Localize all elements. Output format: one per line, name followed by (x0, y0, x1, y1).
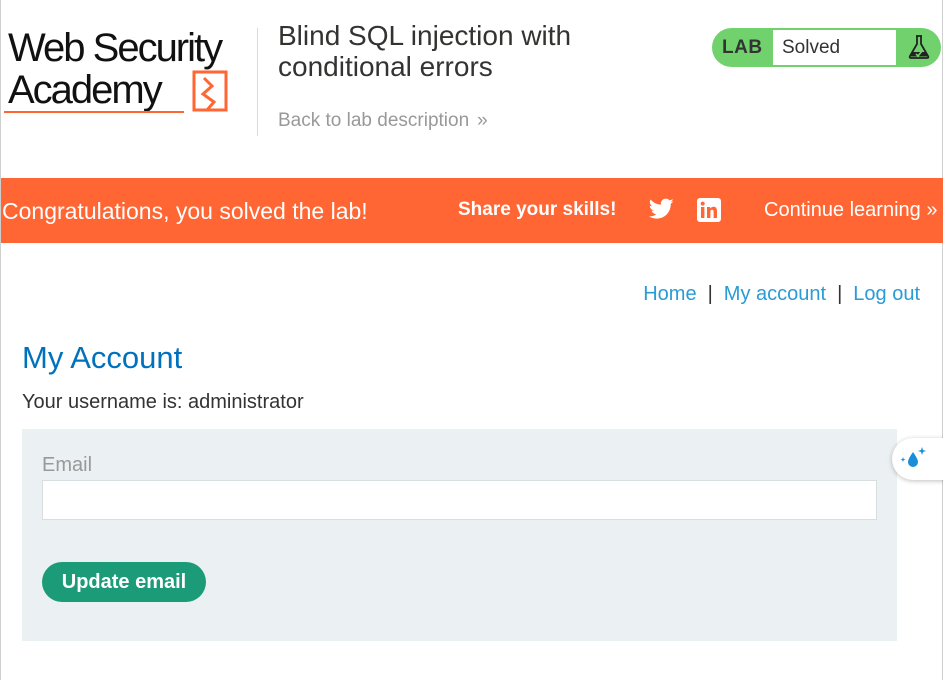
back-link-label: Back to lab description (278, 110, 470, 131)
page-title: My Account (22, 340, 183, 375)
top-nav: Home | My account | Log out (643, 283, 920, 306)
logo-flame-icon (4, 70, 228, 113)
share-skills-label: Share your skills! (458, 199, 617, 220)
lab-title: Blind SQL injection with conditional err… (278, 20, 572, 82)
floating-extension-widget[interactable] (892, 438, 943, 480)
lab-status-text: Solved (773, 30, 896, 65)
username-text: Your username is: administrator (22, 391, 304, 413)
congratulations-text: Congratulations, you solved the lab! (2, 198, 368, 224)
nav-log-out-link[interactable]: Log out (853, 283, 920, 305)
email-input[interactable] (42, 480, 877, 520)
update-email-button[interactable]: Update email (42, 562, 206, 602)
linkedin-icon[interactable] (697, 198, 721, 222)
chevron-right-icon: » (477, 110, 488, 131)
nav-separator: | (837, 283, 843, 305)
twitter-icon[interactable] (649, 198, 674, 220)
lab-label: LAB (722, 37, 763, 58)
header-divider (257, 28, 258, 136)
nav-separator: | (707, 283, 713, 305)
sparkle-drop-icon (900, 447, 926, 467)
web-security-academy-logo[interactable]: Web Security Academy (4, 26, 254, 118)
continue-learning-label: Continue learning (764, 199, 921, 221)
nav-my-account-link[interactable]: My account (724, 283, 826, 305)
chevron-right-icon: » (926, 199, 938, 221)
flask-icon (908, 35, 930, 59)
email-label: Email (42, 454, 93, 476)
continue-learning-link[interactable]: Continue learning » (764, 199, 937, 222)
lab-status-badge: LAB Solved (712, 28, 941, 67)
solved-banner: Congratulations, you solved the lab! Sha… (1, 178, 943, 243)
back-to-lab-description-link[interactable]: Back to lab description » (278, 110, 488, 132)
nav-home-link[interactable]: Home (643, 283, 696, 305)
update-email-form: Email Update email (22, 429, 897, 641)
